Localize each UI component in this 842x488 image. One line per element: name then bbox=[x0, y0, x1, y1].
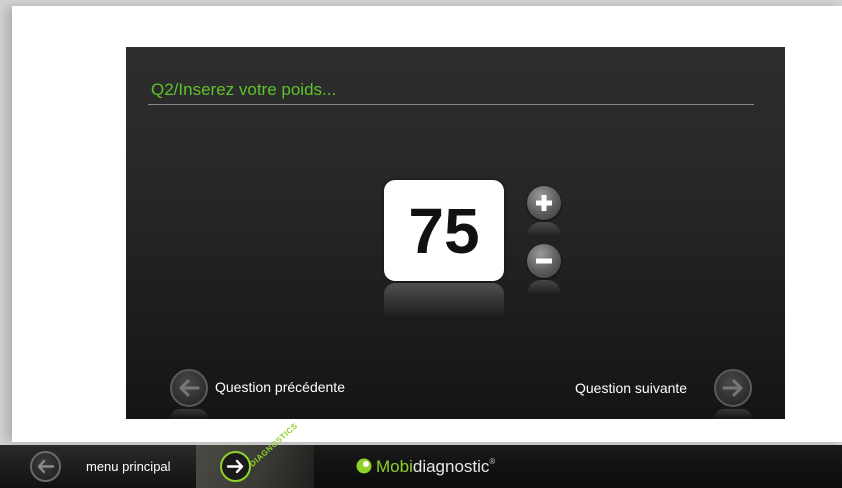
footer-bar: menu principal DIAGNOSTICS Mobidiagnosti… bbox=[0, 421, 842, 488]
next-question-label: Question suivante bbox=[575, 380, 688, 396]
forward-arrow-icon bbox=[220, 451, 251, 482]
question-panel: Q2/Inserez votre poids... 75 Question pr… bbox=[126, 47, 785, 419]
previous-question-label: Question précédente bbox=[215, 379, 345, 395]
next-reflection bbox=[714, 409, 752, 419]
previous-reflection bbox=[170, 409, 208, 419]
title-divider bbox=[148, 104, 754, 105]
main-menu-label: menu principal bbox=[86, 459, 171, 474]
previous-question-button[interactable]: Question précédente bbox=[170, 369, 390, 409]
logo-text: Mobidiagnostic® bbox=[376, 457, 496, 476]
next-question-button[interactable]: Question suivante bbox=[566, 369, 752, 409]
main-menu-button[interactable]: menu principal bbox=[30, 451, 190, 483]
question-title: Q2/Inserez votre poids... bbox=[151, 80, 337, 99]
arrow-left-icon bbox=[170, 369, 208, 407]
app-frame: Q2/Inserez votre poids... 75 Question pr… bbox=[12, 6, 842, 442]
logo-mark-icon bbox=[356, 458, 372, 474]
decrement-reflection bbox=[527, 280, 561, 294]
weight-value-reflection bbox=[384, 283, 504, 317]
back-arrow-icon bbox=[30, 451, 61, 482]
footer-menu-area: menu principal bbox=[0, 445, 196, 488]
arrow-right-icon bbox=[714, 369, 752, 407]
minus-icon bbox=[536, 258, 552, 264]
increment-reflection bbox=[527, 222, 561, 236]
increment-button[interactable] bbox=[527, 186, 561, 220]
decrement-button[interactable] bbox=[527, 244, 561, 278]
diagnostics-tab[interactable]: DIAGNOSTICS bbox=[196, 421, 314, 488]
weight-value: 75 bbox=[384, 180, 504, 281]
plus-icon bbox=[536, 195, 552, 211]
